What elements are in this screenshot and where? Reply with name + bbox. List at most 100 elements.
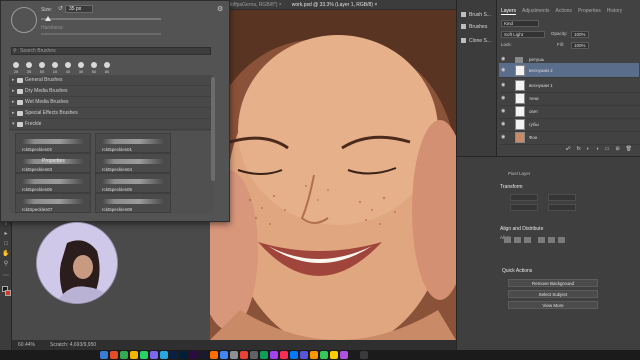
music-icon[interactable] — [280, 351, 288, 359]
zoom-level[interactable]: 60.44% — [18, 340, 35, 350]
fill-input[interactable]: 100% — [571, 42, 589, 49]
tab-history[interactable]: History — [607, 8, 623, 15]
size-slider[interactable] — [41, 18, 161, 20]
brush-search-input[interactable]: ⚲ Search Brushes — [11, 47, 211, 55]
recent-brush[interactable]: 35 — [24, 61, 34, 75]
doc-tab-1[interactable]: loffpaGerna, RGB/8*) × — [230, 2, 282, 8]
app-icon[interactable] — [320, 351, 328, 359]
folder-wet-media[interactable]: ▸ Wet Media Brushes — [9, 97, 213, 108]
trash-icon[interactable] — [360, 351, 368, 359]
adjustment-icon[interactable]: ◑ — [596, 146, 599, 152]
app-icon[interactable] — [290, 351, 298, 359]
blend-mode-select[interactable]: Soft Light — [501, 31, 545, 38]
size-slider-handle[interactable] — [45, 16, 51, 21]
select-subject-button[interactable]: Select Subject — [508, 290, 598, 298]
kind-filter[interactable]: Kind — [501, 20, 539, 27]
y-field[interactable] — [548, 204, 576, 211]
rectangle-tool-icon[interactable]: □ — [2, 240, 10, 248]
app-icon[interactable] — [110, 351, 118, 359]
app-icon[interactable] — [120, 351, 128, 359]
eye-icon[interactable]: ◉ — [501, 130, 505, 145]
eye-icon[interactable]: ◉ — [501, 63, 505, 78]
align-right-icon[interactable] — [524, 237, 531, 243]
size-input[interactable]: 35 px — [65, 5, 93, 13]
photo-canvas[interactable] — [210, 10, 456, 340]
recent-brush[interactable]: 25 — [11, 61, 21, 75]
premiere-icon[interactable] — [190, 351, 198, 359]
recent-brush[interactable]: 80 — [102, 61, 112, 75]
app-icon[interactable] — [350, 351, 358, 359]
app-icon[interactable] — [340, 351, 348, 359]
app-icon[interactable] — [150, 351, 158, 359]
height-field[interactable] — [548, 194, 576, 201]
remove-background-button[interactable]: Remove Background — [508, 279, 598, 287]
settings-icon[interactable] — [230, 351, 238, 359]
folder-freckle[interactable]: ▾ Freckle — [9, 119, 213, 130]
brush-preset[interactable]: rckt5peckles06 — [15, 173, 91, 193]
background-color-swatch[interactable] — [5, 290, 11, 296]
path-select-icon[interactable]: ▸ — [2, 230, 10, 238]
fx-icon[interactable]: fx — [577, 146, 581, 152]
brush-preset[interactable]: rcktSpeckles07 — [15, 193, 91, 213]
recent-brush[interactable]: 40 — [63, 61, 73, 75]
brushes-button[interactable]: Brushes — [461, 24, 487, 30]
width-field[interactable] — [510, 194, 538, 201]
view-more-button[interactable]: View More — [508, 301, 598, 309]
app-icon[interactable] — [210, 351, 218, 359]
clone-source-button[interactable]: Clone S... — [461, 38, 491, 44]
hand-tool-icon[interactable]: ✋ — [2, 250, 10, 258]
after-effects-icon[interactable] — [200, 351, 208, 359]
align-left-icon[interactable] — [504, 237, 511, 243]
app-icon[interactable] — [330, 351, 338, 359]
photoshop-icon[interactable] — [180, 351, 188, 359]
app-icon[interactable] — [300, 351, 308, 359]
transform-section[interactable]: Transform — [500, 184, 523, 190]
doc-tab-2[interactable]: work.psd @ 33.3% (Layer 1, RGB/8) × — [292, 2, 378, 8]
hardness-slider[interactable] — [41, 33, 161, 35]
recent-brush[interactable]: 10 — [50, 61, 60, 75]
app-icon[interactable] — [240, 351, 248, 359]
align-top-icon[interactable] — [538, 237, 545, 243]
brush-preset[interactable]: rckt5peckles04 — [95, 153, 171, 173]
recent-brush[interactable]: 60 — [89, 61, 99, 75]
tab-adjustments[interactable]: Adjustments — [522, 8, 550, 15]
folder-dry-media[interactable]: ▸ Dry Media Brushes — [9, 86, 213, 97]
tab-properties[interactable]: Properties — [578, 8, 601, 15]
gear-icon[interactable]: ⚙ — [217, 5, 223, 13]
whatsapp-icon[interactable] — [140, 351, 148, 359]
align-distribute-section[interactable]: Align and Distribute — [500, 226, 543, 232]
x-field[interactable] — [510, 204, 538, 211]
new-group-icon[interactable]: ▭ — [605, 146, 610, 152]
layer-row-selected[interactable]: ◉ веснушки 2 — [499, 63, 639, 78]
align-center-icon[interactable] — [514, 237, 521, 243]
mask-icon[interactable]: ◐ — [587, 146, 590, 152]
align-bottom-icon[interactable] — [558, 237, 565, 243]
brush-angle-dial[interactable] — [11, 7, 37, 33]
more-tools-icon[interactable]: ⋯ — [2, 272, 10, 280]
brush-preset[interactable]: rckt5peckles01 — [95, 133, 171, 153]
telegram-icon[interactable] — [160, 351, 168, 359]
chrome-icon[interactable] — [220, 351, 228, 359]
brush-settings-button[interactable]: Brush S... — [461, 12, 491, 18]
app-icon[interactable] — [310, 351, 318, 359]
zoom-tool-icon[interactable]: ⚲ — [2, 260, 10, 268]
brush-list-scrollbar[interactable] — [211, 77, 215, 181]
brush-preset[interactable]: rckt5peckles08 — [95, 193, 171, 213]
align-middle-icon[interactable] — [548, 237, 555, 243]
app-icon[interactable] — [260, 351, 268, 359]
brush-preset[interactable]: rckt5peckles05 — [95, 173, 171, 193]
reset-icon[interactable]: ↺ — [58, 5, 63, 12]
finder-icon[interactable] — [100, 351, 108, 359]
new-layer-icon[interactable]: ⊞ — [615, 146, 619, 152]
quick-actions-section[interactable]: Quick Actions — [502, 268, 532, 274]
tab-layers[interactable]: Layers — [501, 8, 517, 15]
brush-preset[interactable]: rckt5peckles02 — [15, 133, 91, 153]
tab-actions[interactable]: Actions — [556, 8, 572, 15]
lightroom-classic-icon[interactable] — [170, 351, 178, 359]
folder-special-effects[interactable]: ▸ Special Effects Brushes — [9, 108, 213, 119]
link-icon[interactable]: ☍ — [566, 146, 571, 152]
recent-brush[interactable]: 30 — [76, 61, 86, 75]
recent-brush[interactable]: 50 — [37, 61, 47, 75]
folder-general-brushes[interactable]: ▸ General Brushes — [9, 75, 213, 86]
trash-icon[interactable]: 🗑 — [626, 146, 632, 152]
